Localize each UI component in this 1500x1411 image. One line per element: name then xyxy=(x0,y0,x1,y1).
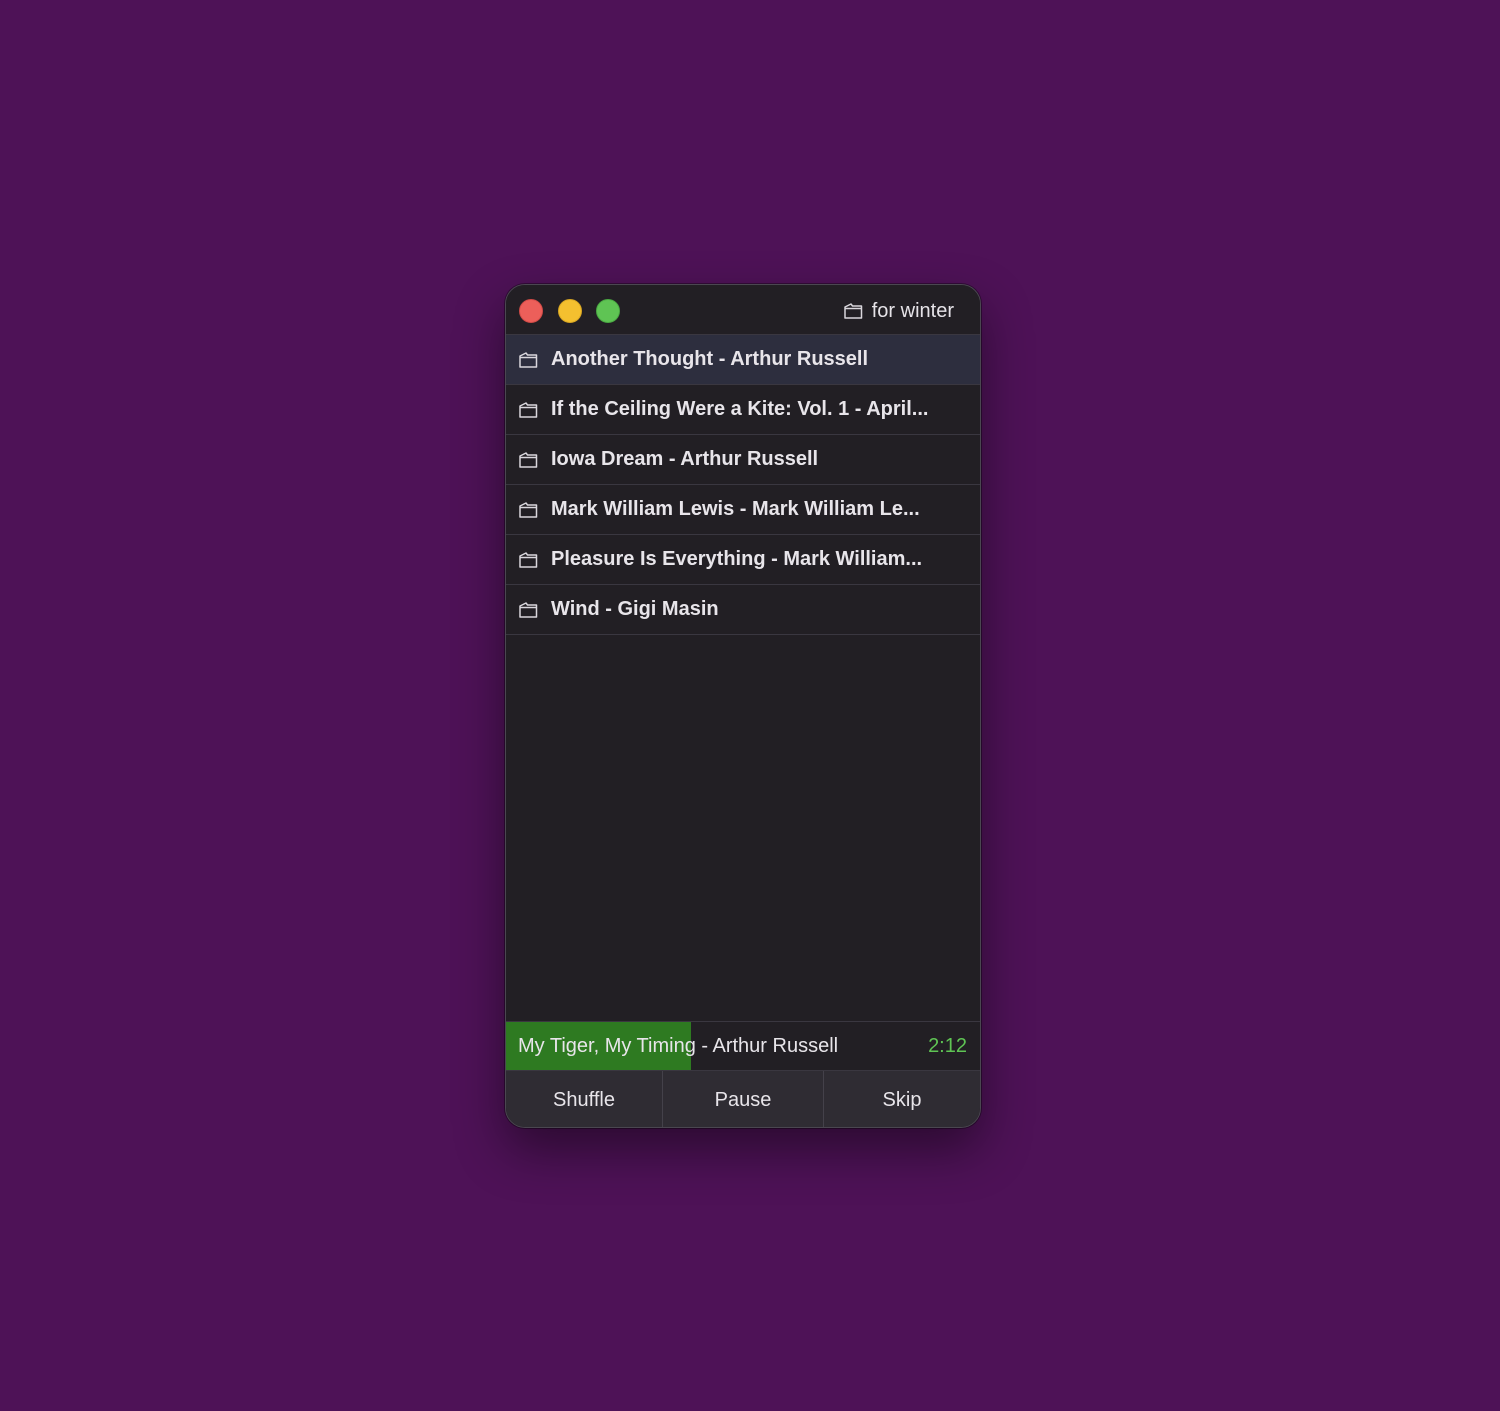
playlist-item[interactable]: If the Ceiling Were a Kite: Vol. 1 - Apr… xyxy=(506,385,980,435)
playlist-item-label: Pleasure Is Everything - Mark William... xyxy=(551,548,923,570)
playlist-item-label: Iowa Dream - Arthur Russell xyxy=(551,448,819,470)
playlist-item-label: If the Ceiling Were a Kite: Vol. 1 - Apr… xyxy=(551,398,929,420)
close-button[interactable] xyxy=(519,299,543,323)
pause-button[interactable]: Pause xyxy=(663,1071,824,1127)
now-playing-bar[interactable]: My Tiger, My Timing - Arthur Russell 2:1… xyxy=(506,1021,980,1071)
playlist-item[interactable]: Iowa Dream - Arthur Russell xyxy=(506,435,980,485)
now-playing-time: 2:12 xyxy=(928,1035,967,1057)
now-playing-title: My Tiger, My Timing - Arthur Russell xyxy=(518,1035,839,1057)
playlist-item[interactable]: Wind - Gigi Masin xyxy=(506,585,980,635)
folder-icon xyxy=(518,401,539,419)
playlist-item[interactable]: Another Thought - Arthur Russell xyxy=(506,335,980,385)
app-window: for winter Another Thought - Arthur Russ… xyxy=(505,284,981,1128)
folder-icon xyxy=(518,551,539,569)
playlist: Another Thought - Arthur Russell If the C… xyxy=(506,335,980,635)
playback-controls: Shuffle Pause Skip xyxy=(506,1071,980,1127)
playlist-item-label: Mark William Lewis - Mark William Le... xyxy=(551,498,920,520)
playlist-item[interactable]: Pleasure Is Everything - Mark William... xyxy=(506,535,980,585)
folder-icon xyxy=(518,601,539,619)
window-title-text: for winter xyxy=(871,299,954,322)
folder-icon xyxy=(518,501,539,519)
playlist-item-label: Another Thought - Arthur Russell xyxy=(551,348,869,370)
playlist-item-label: Wind - Gigi Masin xyxy=(551,598,719,620)
shuffle-button[interactable]: Shuffle xyxy=(506,1071,663,1127)
folder-icon xyxy=(518,351,539,369)
titlebar: for winter xyxy=(506,285,980,335)
maximize-button[interactable] xyxy=(596,299,620,323)
skip-button[interactable]: Skip xyxy=(824,1071,980,1127)
minimize-button[interactable] xyxy=(558,299,582,323)
folder-icon xyxy=(518,451,539,469)
folder-icon xyxy=(843,302,864,320)
window-title: for winter xyxy=(843,298,954,324)
playlist-item[interactable]: Mark William Lewis - Mark William Le... xyxy=(506,485,980,535)
